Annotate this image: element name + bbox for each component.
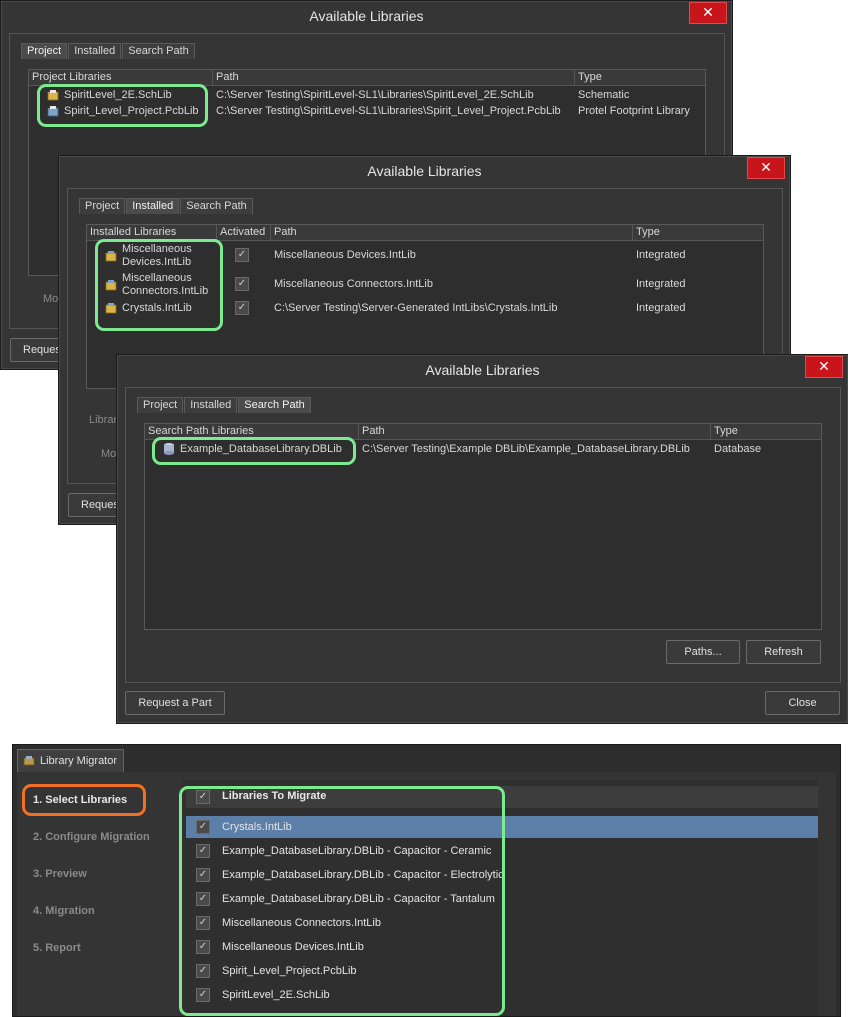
column-header-type[interactable]: Type xyxy=(710,424,822,439)
move-button-partial[interactable]: Mo xyxy=(43,293,58,305)
column-header-installed-libraries[interactable]: Installed Libraries xyxy=(87,225,215,240)
library-migrator-tab-label: Library Migrator xyxy=(40,755,118,767)
tab-installed[interactable]: Installed xyxy=(126,198,180,214)
tab-project[interactable]: Project xyxy=(21,43,68,59)
tab-installed[interactable]: Installed xyxy=(184,397,238,413)
column-header-path[interactable]: Path xyxy=(212,70,574,85)
library-type: Integrated xyxy=(636,249,686,261)
highlight-select-libraries xyxy=(22,784,146,816)
library-path: C:\Server Testing\Example DBLib\Example_… xyxy=(362,443,690,455)
close-button[interactable]: Close xyxy=(765,691,840,715)
library-type: Integrated xyxy=(636,302,686,314)
column-header-path[interactable]: Path xyxy=(270,225,632,240)
library-path: C:\Server Testing\SpiritLevel-SL1\Librar… xyxy=(216,105,561,117)
tab-search-path[interactable]: Search Path xyxy=(122,43,195,59)
request-a-part-button[interactable]: Request a Part xyxy=(125,691,225,715)
paths-button[interactable]: Paths... xyxy=(666,640,740,664)
dialog-title: Available Libraries xyxy=(367,163,482,179)
dialog-title: Available Libraries xyxy=(425,362,540,378)
step-preview[interactable]: 3. Preview xyxy=(33,864,87,884)
highlight-libraries-to-migrate xyxy=(179,786,505,1016)
tab-search-path[interactable]: Search Path xyxy=(180,198,253,214)
column-header-type[interactable]: Type xyxy=(574,70,706,85)
column-header-project-libraries[interactable]: Project Libraries xyxy=(29,70,210,85)
close-icon[interactable]: ✕ xyxy=(689,2,727,24)
available-libraries-dialog-search-path: Available Libraries ✕ Project Installed … xyxy=(116,354,848,724)
activated-checkbox[interactable]: ✓ xyxy=(235,301,249,315)
library-path: Miscellaneous Connectors.IntLib xyxy=(274,278,433,290)
tab-installed[interactable]: Installed xyxy=(68,43,122,59)
close-icon[interactable]: ✕ xyxy=(805,356,843,378)
refresh-button[interactable]: Refresh xyxy=(746,640,821,664)
library-type: Protel Footprint Library xyxy=(578,105,690,117)
tab-project[interactable]: Project xyxy=(79,198,126,214)
library-label-partial: Librar xyxy=(89,414,118,426)
highlight-project-libraries xyxy=(37,84,208,127)
tab-search-path[interactable]: Search Path xyxy=(238,397,311,413)
highlight-search-path-libraries xyxy=(152,437,356,465)
move-button-partial[interactable]: Mo xyxy=(101,448,116,460)
library-type: Schematic xyxy=(578,89,630,101)
close-icon[interactable]: ✕ xyxy=(747,157,785,179)
library-migrator-icon xyxy=(23,756,35,766)
library-type: Database xyxy=(714,443,762,455)
step-configure-migration[interactable]: 2. Configure Migration xyxy=(33,827,150,847)
dialog-title: Available Libraries xyxy=(309,8,424,24)
column-header-path[interactable]: Path xyxy=(358,424,710,439)
activated-checkbox[interactable]: ✓ xyxy=(235,277,249,291)
column-header-type[interactable]: Type xyxy=(632,225,764,240)
library-migrator-panel: Library Migrator 1. Select Libraries 2. … xyxy=(12,744,841,1017)
highlight-installed-libraries xyxy=(95,239,223,331)
migrator-body: 1. Select Libraries 2. Configure Migrati… xyxy=(17,772,836,1016)
step-migration[interactable]: 4. Migration xyxy=(33,901,95,921)
column-header-activated[interactable]: Activated xyxy=(216,225,272,240)
library-path: Miscellaneous Devices.IntLib xyxy=(274,249,416,261)
library-path: C:\Server Testing\Server-Generated IntLi… xyxy=(274,302,558,314)
library-path: C:\Server Testing\SpiritLevel-SL1\Librar… xyxy=(216,89,534,101)
tab-project[interactable]: Project xyxy=(137,397,184,413)
library-type: Integrated xyxy=(636,278,686,290)
activated-checkbox[interactable]: ✓ xyxy=(235,248,249,262)
library-migrator-tab[interactable]: Library Migrator xyxy=(17,749,125,772)
step-report[interactable]: 5. Report xyxy=(33,938,81,958)
